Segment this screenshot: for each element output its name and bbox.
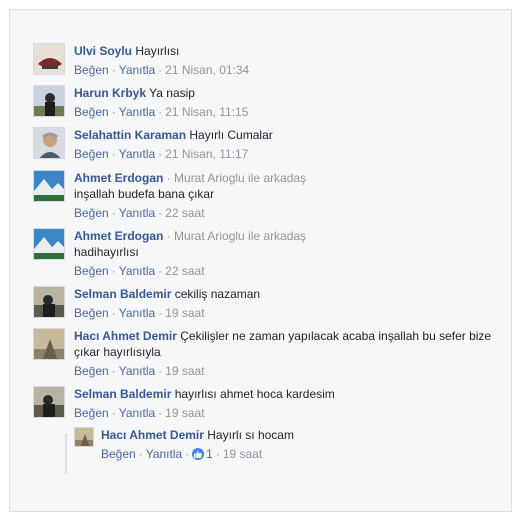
comment-author[interactable]: Hacı Ahmet Demir (74, 329, 177, 343)
reply-button[interactable]: Yanıtla (119, 147, 155, 161)
like-button[interactable]: Beğen (74, 206, 109, 220)
reply-button[interactable]: Yanıtla (119, 206, 155, 220)
like-button[interactable]: Beğen (74, 364, 109, 378)
like-button[interactable]: Beğen (74, 63, 109, 77)
comment-text: inşallah budefa bana çıkar (74, 187, 215, 201)
reply-time[interactable]: 19 saat (223, 447, 262, 461)
comment-time[interactable]: 21 Nisan, 01:34 (165, 63, 249, 77)
avatar[interactable] (33, 170, 65, 202)
reply-button[interactable]: Yanıtla (119, 63, 155, 77)
friend-context: · Murat Arioglu ile arkadaş (166, 229, 307, 243)
like-button[interactable]: Beğen (74, 264, 109, 278)
avatar[interactable] (33, 286, 65, 318)
comment-author[interactable]: Harun Krbyk (74, 86, 146, 100)
reply-button[interactable]: Yanıtla (119, 406, 155, 420)
reply-button[interactable]: Yanıtla (119, 105, 155, 119)
avatar[interactable] (33, 228, 65, 260)
comment-time[interactable]: 22 saat (165, 264, 204, 278)
like-count[interactable]: 1 (206, 447, 213, 461)
comment-time[interactable]: 19 saat (165, 306, 204, 320)
comment-time[interactable]: 21 Nisan, 11:17 (165, 147, 248, 161)
comment-text: hadihayırlısı (74, 245, 139, 259)
avatar[interactable] (33, 43, 65, 75)
comment-author[interactable]: Ahmet Erdogan (74, 229, 163, 243)
comment-text: cekiliş nazaman (174, 287, 261, 301)
like-button[interactable]: Beğen (101, 447, 136, 461)
like-button[interactable]: Beğen (74, 105, 109, 119)
comment-text-continued: çıkar hayırlısıyla (74, 345, 161, 359)
comment-author[interactable]: Selman Baldemir (74, 387, 171, 401)
comment-text: Hayırlı Cumalar (189, 128, 273, 142)
comment-author[interactable]: Selahattin Karaman (74, 128, 186, 142)
comment-time[interactable]: 19 saat (165, 364, 204, 378)
comment-time[interactable]: 21 Nisan, 11:15 (165, 105, 248, 119)
comment-author[interactable]: Ahmet Erdogan (74, 171, 163, 185)
comment-author[interactable]: Selman Baldemir (74, 287, 171, 301)
comment-text: Hayırlısı (135, 44, 180, 58)
comment-text: Ya nasip (149, 86, 195, 100)
avatar[interactable] (33, 127, 65, 159)
like-button[interactable]: Beğen (74, 406, 109, 420)
like-button[interactable]: Beğen (74, 306, 109, 320)
reply-button[interactable]: Yanıtla (119, 264, 155, 278)
reply-text: Hayırlı sı hocam (207, 428, 294, 442)
comment-time[interactable]: 19 saat (165, 406, 204, 420)
avatar[interactable] (33, 85, 65, 117)
avatar[interactable] (33, 386, 65, 418)
friend-context: · Murat Arioglu ile arkadaş (166, 171, 307, 185)
comments-panel: Ulvi Soylu Hayırlısı Beğen · Yanıtla · 21 Ni… (9, 9, 512, 512)
comment-author[interactable]: Ulvi Soylu (74, 44, 132, 58)
reply-thread-line (65, 434, 67, 474)
reply-button[interactable]: Yanıtla (119, 364, 155, 378)
comment-text: hayırlısı ahmet hoca kardesim (174, 387, 335, 401)
comment-text: Çekilişler ne zaman yapılacak acaba inşa… (180, 329, 492, 343)
reply-button[interactable]: Yanıtla (119, 306, 155, 320)
comment-time[interactable]: 22 saat (165, 206, 204, 220)
reply-author[interactable]: Hacı Ahmet Demir (101, 428, 204, 442)
like-button[interactable]: Beğen (74, 147, 109, 161)
thumbs-up-icon[interactable] (192, 448, 205, 460)
avatar[interactable] (74, 427, 94, 447)
reply-button[interactable]: Yanıtla (146, 447, 182, 461)
avatar[interactable] (33, 328, 65, 360)
